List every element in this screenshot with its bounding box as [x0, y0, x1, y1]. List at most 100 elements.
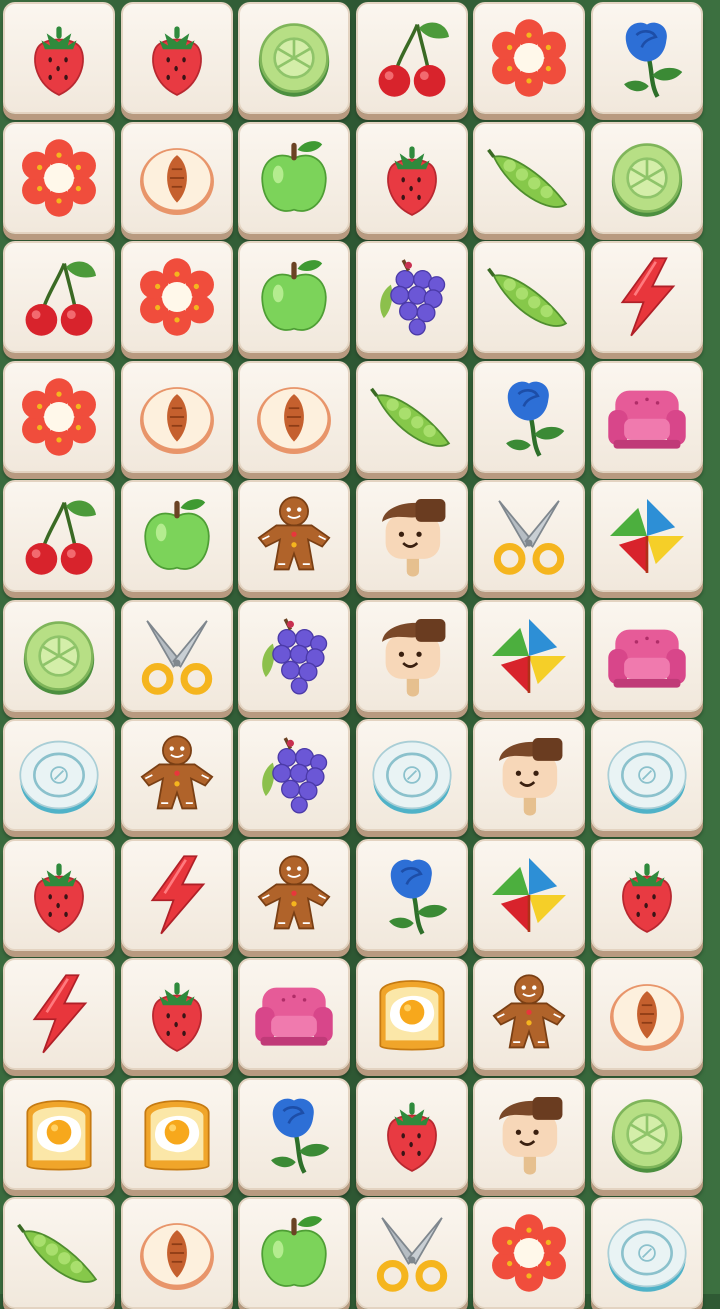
scissors-icon	[141, 619, 212, 695]
tile-lightning[interactable]	[3, 958, 115, 1070]
tile-strawberry[interactable]	[120, 2, 233, 114]
tile-popsicle-face[interactable]	[355, 480, 468, 592]
popsicle-face-icon	[499, 1096, 563, 1174]
tile-lightning[interactable]	[120, 838, 233, 951]
tile-pea-pod[interactable]	[355, 360, 468, 473]
tile-green-apple[interactable]	[238, 1197, 350, 1309]
tile-green-apple[interactable]	[238, 121, 350, 234]
gingerbread-icon	[492, 974, 566, 1049]
tile-strawberry[interactable]	[355, 1077, 468, 1190]
tile-cherry[interactable]	[3, 241, 115, 353]
tile-egg-toast[interactable]	[3, 1077, 115, 1190]
red-flower-icon	[139, 258, 214, 336]
tile-strawberry[interactable]	[120, 958, 233, 1070]
tile-red-flower[interactable]	[120, 241, 233, 353]
peach-icon	[257, 386, 331, 454]
tile-plate[interactable]	[590, 1197, 703, 1309]
tile-red-flower[interactable]	[3, 121, 115, 234]
tile-peach[interactable]	[590, 958, 703, 1070]
plate-icon	[606, 740, 687, 814]
tile-peach[interactable]	[238, 360, 350, 473]
tile-plate[interactable]	[355, 719, 468, 831]
tile-scissors[interactable]	[355, 1197, 468, 1309]
tile-cherry[interactable]	[355, 2, 468, 114]
gingerbread-icon	[140, 735, 213, 810]
pinwheel-icon	[609, 499, 684, 573]
tile-red-flower[interactable]	[3, 360, 115, 473]
tile-plate[interactable]	[3, 719, 115, 831]
lightning-icon	[150, 854, 205, 934]
tile-green-apple[interactable]	[238, 241, 350, 353]
tile-pink-armchair[interactable]	[238, 958, 350, 1070]
strawberry-icon	[34, 26, 84, 96]
tile-pinwheel[interactable]	[473, 838, 585, 951]
tile-peach[interactable]	[120, 360, 233, 473]
tile-peach[interactable]	[120, 1197, 233, 1309]
tile-egg-toast[interactable]	[355, 958, 468, 1070]
tile-grapes[interactable]	[238, 599, 350, 712]
tile-pink-armchair[interactable]	[590, 599, 703, 712]
strawberry-icon	[151, 26, 202, 96]
tile-popsicle-face[interactable]	[473, 719, 585, 831]
tile-grapes[interactable]	[355, 241, 468, 353]
game-board	[0, 0, 720, 1309]
tile-scissors[interactable]	[473, 480, 585, 592]
plate-icon	[19, 740, 99, 814]
tile-gingerbread[interactable]	[238, 838, 350, 951]
strawberry-icon	[386, 145, 437, 216]
tile-red-flower[interactable]	[473, 2, 585, 114]
tile-pink-armchair[interactable]	[590, 360, 703, 473]
tile-popsicle-face[interactable]	[355, 599, 468, 712]
tile-cucumber[interactable]	[590, 121, 703, 234]
tile-strawberry[interactable]	[3, 838, 115, 951]
tile-pinwheel[interactable]	[590, 480, 703, 592]
tile-peach[interactable]	[120, 121, 233, 234]
tile-blue-rose[interactable]	[473, 360, 585, 473]
tile-blue-rose[interactable]	[590, 2, 703, 114]
tile-scissors[interactable]	[120, 599, 233, 712]
tile-red-flower[interactable]	[473, 1197, 585, 1309]
tile-gingerbread[interactable]	[238, 480, 350, 592]
egg-toast-icon	[26, 1099, 92, 1170]
tile-lightning[interactable]	[590, 241, 703, 353]
popsicle-face-icon	[381, 499, 445, 577]
tile-egg-toast[interactable]	[120, 1077, 233, 1190]
tile-plate[interactable]	[590, 719, 703, 831]
pink-armchair-icon	[607, 629, 686, 688]
grapes-icon	[379, 259, 445, 336]
tile-pea-pod[interactable]	[473, 121, 585, 234]
tile-cherry[interactable]	[3, 480, 115, 592]
tile-pinwheel[interactable]	[473, 599, 585, 712]
strawberry-icon	[621, 862, 672, 933]
tile-cucumber[interactable]	[3, 599, 115, 712]
pink-armchair-icon	[255, 987, 333, 1046]
cucumber-icon	[23, 620, 95, 695]
tile-strawberry[interactable]	[355, 121, 468, 234]
tile-blue-rose[interactable]	[355, 838, 468, 951]
green-apple-icon	[261, 260, 327, 331]
pinwheel-icon	[492, 618, 566, 693]
tile-gingerbread[interactable]	[473, 958, 585, 1070]
tile-green-apple[interactable]	[120, 480, 233, 592]
green-apple-icon	[261, 140, 327, 212]
cucumber-icon	[258, 23, 330, 97]
tile-strawberry[interactable]	[3, 2, 115, 114]
tile-pea-pod[interactable]	[473, 241, 585, 353]
tile-popsicle-face[interactable]	[473, 1077, 585, 1190]
tile-cucumber[interactable]	[590, 1077, 703, 1190]
tile-strawberry[interactable]	[590, 838, 703, 951]
popsicle-face-icon	[381, 618, 445, 696]
popsicle-face-icon	[499, 738, 563, 816]
tile-cucumber[interactable]	[238, 2, 350, 114]
grapes-icon	[262, 737, 328, 814]
plate-icon	[606, 1218, 687, 1292]
pea-pod-icon	[369, 387, 450, 447]
cherry-icon	[378, 22, 449, 97]
tile-gingerbread[interactable]	[120, 719, 233, 831]
strawberry-icon	[386, 1101, 437, 1172]
pink-armchair-icon	[607, 390, 686, 449]
tile-blue-rose[interactable]	[238, 1077, 350, 1190]
tile-grapes[interactable]	[238, 719, 350, 831]
green-apple-icon	[261, 1216, 327, 1287]
tile-pea-pod[interactable]	[3, 1197, 115, 1309]
